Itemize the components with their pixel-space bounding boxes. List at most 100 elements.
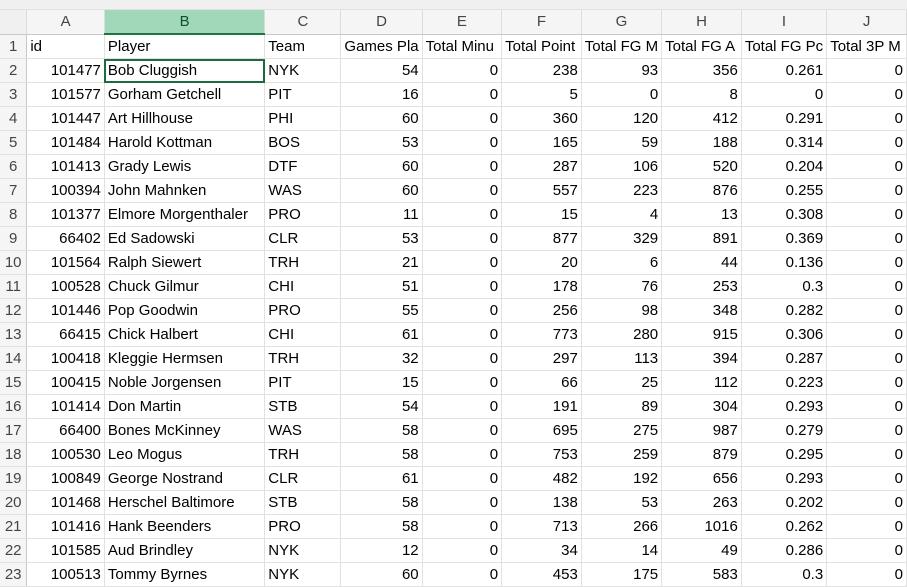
cell[interactable]: 100849 bbox=[26, 466, 105, 491]
cell[interactable]: 259 bbox=[581, 442, 663, 467]
cell[interactable]: 89 bbox=[581, 394, 663, 419]
cell[interactable]: 55 bbox=[340, 298, 423, 323]
column-header-c[interactable]: C bbox=[264, 10, 342, 35]
cell[interactable]: 0 bbox=[422, 58, 503, 83]
cell[interactable]: 49 bbox=[661, 538, 742, 563]
cell[interactable]: 0 bbox=[826, 250, 907, 275]
row-header[interactable]: 3 bbox=[0, 82, 28, 107]
cell[interactable]: 60 bbox=[340, 106, 423, 131]
cell[interactable]: 0.136 bbox=[741, 250, 828, 275]
header-cell[interactable]: Total Point bbox=[501, 34, 582, 59]
cell[interactable]: 877 bbox=[501, 226, 582, 251]
cell[interactable]: PRO bbox=[264, 514, 342, 539]
cell[interactable]: 0 bbox=[826, 418, 907, 443]
cell[interactable]: Art Hillhouse bbox=[104, 106, 266, 131]
cell[interactable]: 113 bbox=[581, 346, 663, 371]
cell[interactable]: 13 bbox=[661, 202, 742, 227]
cell[interactable]: PRO bbox=[264, 298, 342, 323]
cell[interactable]: STB bbox=[264, 394, 342, 419]
column-header-d[interactable]: D bbox=[340, 10, 423, 35]
cell[interactable]: 0 bbox=[826, 538, 907, 563]
cell[interactable]: PRO bbox=[264, 202, 342, 227]
cell[interactable]: 8 bbox=[661, 82, 742, 107]
cell[interactable]: 54 bbox=[340, 58, 423, 83]
cell[interactable]: Gorham Getchell bbox=[104, 82, 266, 107]
cell[interactable]: TRH bbox=[264, 346, 342, 371]
cell[interactable]: 0 bbox=[826, 202, 907, 227]
cell[interactable]: 0 bbox=[826, 106, 907, 131]
cell[interactable]: 101477 bbox=[26, 58, 105, 83]
cell[interactable]: 0.204 bbox=[741, 154, 828, 179]
cell[interactable]: 59 bbox=[581, 130, 663, 155]
cell[interactable]: NYK bbox=[264, 538, 342, 563]
cell[interactable]: 656 bbox=[661, 466, 742, 491]
cell[interactable]: 60 bbox=[340, 562, 423, 587]
cell[interactable]: 101377 bbox=[26, 202, 105, 227]
row-header[interactable]: 7 bbox=[0, 178, 28, 203]
cell[interactable]: Aud Brindley bbox=[104, 538, 266, 563]
row-header[interactable]: 21 bbox=[0, 514, 28, 539]
cell[interactable]: 101446 bbox=[26, 298, 105, 323]
cell[interactable]: 5 bbox=[501, 82, 582, 107]
cell[interactable]: 0 bbox=[826, 562, 907, 587]
spreadsheet-grid[interactable]: A B C D E F G H I J 1 id Player Team Games Pla Total Mi… bbox=[0, 10, 907, 587]
active-cell[interactable]: Bob Cluggish bbox=[104, 58, 266, 83]
cell[interactable]: 0 bbox=[422, 418, 503, 443]
cell[interactable]: 0 bbox=[826, 466, 907, 491]
cell[interactable]: 520 bbox=[661, 154, 742, 179]
row-header[interactable]: 4 bbox=[0, 106, 28, 131]
cell[interactable]: 0 bbox=[826, 82, 907, 107]
cell[interactable]: 191 bbox=[501, 394, 582, 419]
cell[interactable]: Grady Lewis bbox=[104, 154, 266, 179]
cell[interactable]: 0 bbox=[422, 490, 503, 515]
cell[interactable]: 0 bbox=[422, 298, 503, 323]
cell[interactable]: Herschel Baltimore bbox=[104, 490, 266, 515]
cell[interactable]: Pop Goodwin bbox=[104, 298, 266, 323]
cell[interactable]: 101414 bbox=[26, 394, 105, 419]
cell[interactable]: 101468 bbox=[26, 490, 105, 515]
cell[interactable]: WAS bbox=[264, 178, 342, 203]
cell[interactable]: 0 bbox=[422, 514, 503, 539]
cell[interactable]: 11 bbox=[340, 202, 423, 227]
cell[interactable]: 0 bbox=[422, 202, 503, 227]
cell[interactable]: 0 bbox=[826, 370, 907, 395]
cell[interactable]: 0.369 bbox=[741, 226, 828, 251]
cell[interactable]: WAS bbox=[264, 418, 342, 443]
cell[interactable]: 0.261 bbox=[741, 58, 828, 83]
cell[interactable]: 120 bbox=[581, 106, 663, 131]
cell[interactable]: 100513 bbox=[26, 562, 105, 587]
row-header[interactable]: 18 bbox=[0, 442, 28, 467]
cell[interactable]: 100528 bbox=[26, 274, 105, 299]
cell[interactable]: 753 bbox=[501, 442, 582, 467]
cell[interactable]: 0 bbox=[422, 442, 503, 467]
cell[interactable]: Chuck Gilmur bbox=[104, 274, 266, 299]
cell[interactable]: 192 bbox=[581, 466, 663, 491]
cell[interactable]: 100418 bbox=[26, 346, 105, 371]
cell[interactable]: 16 bbox=[340, 82, 423, 107]
cell[interactable]: 0 bbox=[826, 130, 907, 155]
cell[interactable]: 101577 bbox=[26, 82, 105, 107]
cell[interactable]: 15 bbox=[340, 370, 423, 395]
cell[interactable]: 0 bbox=[422, 346, 503, 371]
cell[interactable]: 987 bbox=[661, 418, 742, 443]
cell[interactable]: NYK bbox=[264, 58, 342, 83]
cell[interactable]: 0 bbox=[422, 562, 503, 587]
cell[interactable]: 304 bbox=[661, 394, 742, 419]
row-header[interactable]: 23 bbox=[0, 562, 28, 587]
row-header[interactable]: 16 bbox=[0, 394, 28, 419]
column-header-a[interactable]: A bbox=[26, 10, 105, 35]
cell[interactable]: 101585 bbox=[26, 538, 105, 563]
cell[interactable]: Harold Kottman bbox=[104, 130, 266, 155]
cell[interactable]: 4 bbox=[581, 202, 663, 227]
cell[interactable]: 100394 bbox=[26, 178, 105, 203]
cell[interactable]: 0 bbox=[422, 274, 503, 299]
cell[interactable]: 100415 bbox=[26, 370, 105, 395]
cell[interactable]: 253 bbox=[661, 274, 742, 299]
select-all-button[interactable] bbox=[0, 10, 28, 35]
cell[interactable]: 0.293 bbox=[741, 394, 828, 419]
header-cell[interactable]: Total Minu bbox=[422, 34, 503, 59]
cell[interactable]: 98 bbox=[581, 298, 663, 323]
row-header[interactable]: 2 bbox=[0, 58, 28, 83]
cell[interactable]: Leo Mogus bbox=[104, 442, 266, 467]
cell[interactable]: 266 bbox=[581, 514, 663, 539]
